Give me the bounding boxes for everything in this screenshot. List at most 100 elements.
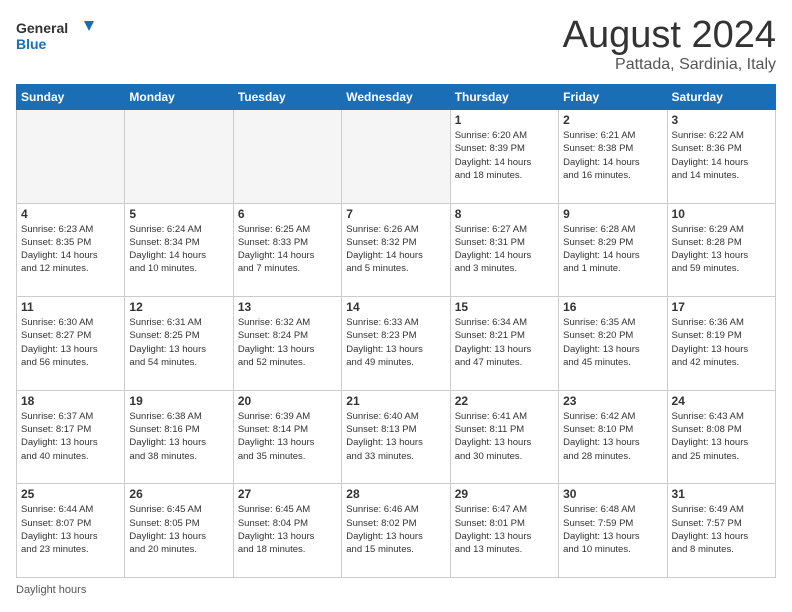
- table-cell: 9 Sunrise: 6:28 AM Sunset: 8:29 PM Daylig…: [559, 203, 667, 297]
- day-info: Sunrise: 6:31 AM Sunset: 8:25 PM Dayligh…: [129, 316, 228, 369]
- calendar-body: 1 Sunrise: 6:20 AM Sunset: 8:39 PM Daylig…: [17, 110, 776, 578]
- table-cell: 28Sunrise: 6:46 AM Sunset: 8:02 PM Dayli…: [342, 484, 450, 578]
- day-info: Sunrise: 6:45 AM Sunset: 8:04 PM Dayligh…: [238, 503, 337, 556]
- day-number: 18: [21, 394, 120, 408]
- table-cell: 31Sunrise: 6:49 AM Sunset: 7:57 PM Dayli…: [667, 484, 775, 578]
- day-number: 5: [129, 207, 228, 221]
- table-cell: 14Sunrise: 6:33 AM Sunset: 8:23 PM Dayli…: [342, 297, 450, 391]
- svg-text:General: General: [16, 20, 68, 36]
- day-number: 12: [129, 300, 228, 314]
- day-info: Sunrise: 6:38 AM Sunset: 8:16 PM Dayligh…: [129, 410, 228, 463]
- week-row-4: 18Sunrise: 6:37 AM Sunset: 8:17 PM Dayli…: [17, 390, 776, 484]
- day-info: Sunrise: 6:42 AM Sunset: 8:10 PM Dayligh…: [563, 410, 662, 463]
- day-info: Sunrise: 6:25 AM Sunset: 8:33 PM Dayligh…: [238, 223, 337, 276]
- day-info: Sunrise: 6:48 AM Sunset: 7:59 PM Dayligh…: [563, 503, 662, 556]
- day-number: 15: [455, 300, 554, 314]
- table-cell: 10 Sunrise: 6:29 AM Sunset: 8:28 PM Dayli…: [667, 203, 775, 297]
- day-info: Sunrise: 6:34 AM Sunset: 8:21 PM Dayligh…: [455, 316, 554, 369]
- logo: General Blue: [16, 16, 96, 56]
- day-number: 24: [672, 394, 771, 408]
- table-cell: 2Sunrise: 6:21 AM Sunset: 8:38 PM Daylig…: [559, 110, 667, 204]
- logo-svg: General Blue: [16, 16, 96, 56]
- day-info: Sunrise: 6:35 AM Sunset: 8:20 PM Dayligh…: [563, 316, 662, 369]
- day-number: 1: [455, 113, 554, 127]
- day-number: 27: [238, 487, 337, 501]
- day-info: Sunrise: 6:28 AM Sunset: 8:29 PM Dayligh…: [563, 223, 662, 276]
- header-sunday: Sunday: [17, 85, 125, 110]
- table-cell: 8 Sunrise: 6:27 AM Sunset: 8:31 PM Daylig…: [450, 203, 558, 297]
- table-cell: [233, 110, 341, 204]
- day-info: Sunrise: 6:20 AM Sunset: 8:39 PM Dayligh…: [455, 129, 554, 182]
- day-number: 22: [455, 394, 554, 408]
- day-number: 19: [129, 394, 228, 408]
- day-number: 28: [346, 487, 445, 501]
- day-number: 20: [238, 394, 337, 408]
- day-info: Sunrise: 6:43 AM Sunset: 8:08 PM Dayligh…: [672, 410, 771, 463]
- day-info: Sunrise: 6:24 AM Sunset: 8:34 PM Dayligh…: [129, 223, 228, 276]
- day-number: 10: [672, 207, 771, 221]
- table-cell: 12 Sunrise: 6:31 AM Sunset: 8:25 PM Dayli…: [125, 297, 233, 391]
- table-cell: 16 Sunrise: 6:35 AM Sunset: 8:20 PM Dayli…: [559, 297, 667, 391]
- header-tuesday: Tuesday: [233, 85, 341, 110]
- table-cell: 4 Sunrise: 6:23 AM Sunset: 8:35 PM Daylig…: [17, 203, 125, 297]
- table-cell: 27 Sunrise: 6:45 AM Sunset: 8:04 PM Dayli…: [233, 484, 341, 578]
- day-number: 9: [563, 207, 662, 221]
- table-cell: 18Sunrise: 6:37 AM Sunset: 8:17 PM Dayli…: [17, 390, 125, 484]
- table-cell: 11 Sunrise: 6:30 AM Sunset: 8:27 PM Dayli…: [17, 297, 125, 391]
- table-cell: 22 Sunrise: 6:41 AM Sunset: 8:11 PM Dayli…: [450, 390, 558, 484]
- day-number: 16: [563, 300, 662, 314]
- table-cell: 17Sunrise: 6:36 AM Sunset: 8:19 PM Dayli…: [667, 297, 775, 391]
- month-title: August 2024: [563, 16, 776, 54]
- day-number: 21: [346, 394, 445, 408]
- header-thursday: Thursday: [450, 85, 558, 110]
- week-row-5: 25 Sunrise: 6:44 AM Sunset: 8:07 PM Dayli…: [17, 484, 776, 578]
- location-title: Pattada, Sardinia, Italy: [563, 56, 776, 74]
- day-info: Sunrise: 6:36 AM Sunset: 8:19 PM Dayligh…: [672, 316, 771, 369]
- day-info: Sunrise: 6:40 AM Sunset: 8:13 PM Dayligh…: [346, 410, 445, 463]
- table-cell: 29 Sunrise: 6:47 AM Sunset: 8:01 PM Dayli…: [450, 484, 558, 578]
- day-info: Sunrise: 6:29 AM Sunset: 8:28 PM Dayligh…: [672, 223, 771, 276]
- day-number: 25: [21, 487, 120, 501]
- table-cell: 20Sunrise: 6:39 AM Sunset: 8:14 PM Dayli…: [233, 390, 341, 484]
- day-number: 30: [563, 487, 662, 501]
- header-wednesday: Wednesday: [342, 85, 450, 110]
- page-header: General Blue August 2024 Pattada, Sardin…: [16, 16, 776, 74]
- day-info: Sunrise: 6:44 AM Sunset: 8:07 PM Dayligh…: [21, 503, 120, 556]
- table-cell: [125, 110, 233, 204]
- day-info: Sunrise: 6:23 AM Sunset: 8:35 PM Dayligh…: [21, 223, 120, 276]
- day-number: 11: [21, 300, 120, 314]
- day-info: Sunrise: 6:21 AM Sunset: 8:38 PM Dayligh…: [563, 129, 662, 182]
- svg-text:Blue: Blue: [16, 36, 47, 52]
- table-cell: 23 Sunrise: 6:42 AM Sunset: 8:10 PM Dayli…: [559, 390, 667, 484]
- table-cell: 15 Sunrise: 6:34 AM Sunset: 8:21 PM Dayli…: [450, 297, 558, 391]
- day-info: Sunrise: 6:27 AM Sunset: 8:31 PM Dayligh…: [455, 223, 554, 276]
- table-cell: 25 Sunrise: 6:44 AM Sunset: 8:07 PM Dayli…: [17, 484, 125, 578]
- day-number: 6: [238, 207, 337, 221]
- day-info: Sunrise: 6:47 AM Sunset: 8:01 PM Dayligh…: [455, 503, 554, 556]
- day-info: Sunrise: 6:45 AM Sunset: 8:05 PM Dayligh…: [129, 503, 228, 556]
- day-info: Sunrise: 6:26 AM Sunset: 8:32 PM Dayligh…: [346, 223, 445, 276]
- day-number: 29: [455, 487, 554, 501]
- header-monday: Monday: [125, 85, 233, 110]
- table-cell: 3 Sunrise: 6:22 AM Sunset: 8:36 PM Daylig…: [667, 110, 775, 204]
- day-number: 14: [346, 300, 445, 314]
- day-info: Sunrise: 6:30 AM Sunset: 8:27 PM Dayligh…: [21, 316, 120, 369]
- table-cell: 13 Sunrise: 6:32 AM Sunset: 8:24 PM Dayli…: [233, 297, 341, 391]
- day-number: 8: [455, 207, 554, 221]
- week-row-2: 4 Sunrise: 6:23 AM Sunset: 8:35 PM Daylig…: [17, 203, 776, 297]
- day-number: 7: [346, 207, 445, 221]
- calendar-table: SundayMondayTuesdayWednesdayThursdayFrid…: [16, 84, 776, 578]
- day-info: Sunrise: 6:32 AM Sunset: 8:24 PM Dayligh…: [238, 316, 337, 369]
- table-cell: 6 Sunrise: 6:25 AM Sunset: 8:33 PM Daylig…: [233, 203, 341, 297]
- table-cell: 21 Sunrise: 6:40 AM Sunset: 8:13 PM Dayli…: [342, 390, 450, 484]
- day-number: 3: [672, 113, 771, 127]
- day-info: Sunrise: 6:22 AM Sunset: 8:36 PM Dayligh…: [672, 129, 771, 182]
- footer-note: Daylight hours: [16, 584, 776, 596]
- day-number: 4: [21, 207, 120, 221]
- day-info: Sunrise: 6:41 AM Sunset: 8:11 PM Dayligh…: [455, 410, 554, 463]
- day-number: 13: [238, 300, 337, 314]
- day-number: 23: [563, 394, 662, 408]
- day-info: Sunrise: 6:49 AM Sunset: 7:57 PM Dayligh…: [672, 503, 771, 556]
- table-cell: 5 Sunrise: 6:24 AM Sunset: 8:34 PM Daylig…: [125, 203, 233, 297]
- table-cell: 26Sunrise: 6:45 AM Sunset: 8:05 PM Dayli…: [125, 484, 233, 578]
